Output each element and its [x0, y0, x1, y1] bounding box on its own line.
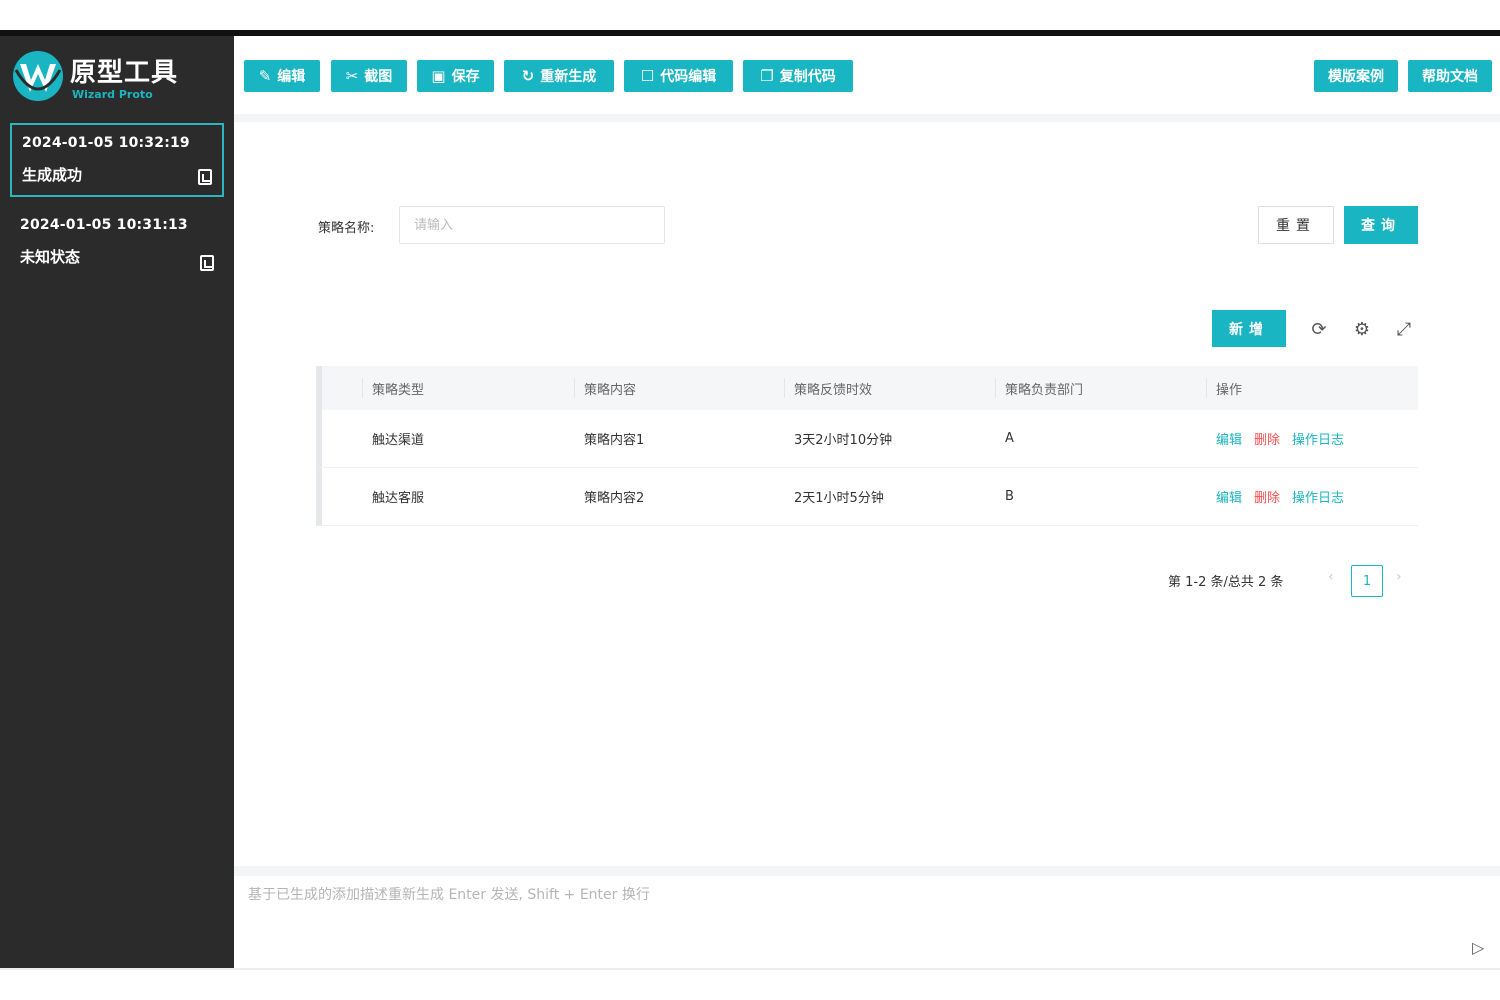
- row-delete-link[interactable]: 删除: [1254, 487, 1280, 506]
- send-icon[interactable]: ▷: [1472, 938, 1490, 957]
- edit-button-label: 编辑: [277, 69, 306, 85]
- chat-panel: ▷: [234, 876, 1500, 970]
- save-button-label: 保存: [451, 69, 480, 85]
- table-header: 策略类型 策略内容 策略反馈时效 策略负责部门 操作: [316, 366, 1418, 410]
- window-bottom-border: [0, 968, 1500, 970]
- document-icon[interactable]: [198, 169, 212, 185]
- regenerate-button[interactable]: ↻ 重新生成: [504, 60, 614, 92]
- cell-dept: B: [1005, 489, 1014, 504]
- row-edit-link[interactable]: 编辑: [1216, 429, 1242, 448]
- strategy-table: 策略类型 策略内容 策略反馈时效 策略负责部门 操作 触达渠道 策略内容1 3天…: [316, 366, 1418, 526]
- code-edit-icon: ☐: [640, 67, 655, 85]
- template-button[interactable]: 模版案例: [1314, 60, 1398, 92]
- chevron-left-icon[interactable]: ‹: [1328, 569, 1334, 585]
- row-log-link[interactable]: 操作日志: [1292, 429, 1344, 448]
- app-title: 原型工具: [70, 58, 179, 88]
- screenshot-button[interactable]: ✂ 截图: [331, 60, 407, 92]
- copy-code-button-label: 复制代码: [779, 69, 836, 85]
- document-icon[interactable]: [200, 255, 214, 271]
- row-log-link[interactable]: 操作日志: [1292, 487, 1344, 506]
- history-status: 未知状态: [20, 248, 81, 266]
- column-header: 策略反馈时效: [783, 366, 872, 410]
- table-row: 触达渠道 策略内容1 3天2小时10分钟 A 编辑 删除 操作日志: [316, 410, 1418, 468]
- cell-type: 触达渠道: [372, 433, 425, 448]
- column-header: 策略负责部门: [994, 366, 1083, 410]
- sidebar: 原型工具 Wizard Proto 2024-01-05 10:32:19 生成…: [0, 36, 234, 970]
- reset-button[interactable]: 重置: [1258, 206, 1334, 244]
- copy-code-button[interactable]: ❐ 复制代码: [743, 60, 853, 92]
- add-button[interactable]: 新增: [1212, 310, 1286, 347]
- prompt-input[interactable]: [248, 884, 1448, 954]
- cell-time: 2天1小时5分钟: [794, 491, 884, 506]
- history-item[interactable]: 2024-01-05 10:31:13 未知状态: [10, 207, 224, 281]
- scissors-icon: ✂: [345, 67, 359, 85]
- cell-content: 策略内容2: [584, 491, 645, 506]
- column-header: 策略类型: [361, 366, 424, 410]
- save-button[interactable]: ▣ 保存: [417, 60, 494, 92]
- cell-actions: 编辑 删除 操作日志: [1216, 410, 1356, 467]
- pencil-icon: ✎: [258, 67, 272, 85]
- row-delete-link[interactable]: 删除: [1254, 429, 1280, 448]
- refresh-icon: ↻: [521, 67, 535, 85]
- search-label: 策略名称:: [318, 221, 375, 236]
- logo: 原型工具 Wizard Proto: [10, 48, 224, 108]
- table-row: 触达客服 策略内容2 2天1小时5分钟 B 编辑 删除 操作日志: [316, 468, 1418, 526]
- code-edit-button-label: 代码编辑: [660, 69, 717, 85]
- help-button[interactable]: 帮助文档: [1408, 60, 1492, 92]
- cell-content: 策略内容1: [584, 433, 645, 448]
- reload-icon[interactable]: ⟳: [1308, 318, 1330, 340]
- screenshot-button-label: 截图: [364, 69, 393, 85]
- save-icon: ▣: [431, 67, 446, 85]
- column-header: 策略内容: [573, 366, 636, 410]
- pagination-page[interactable]: 1: [1351, 565, 1383, 597]
- cell-time: 3天2小时10分钟: [794, 433, 893, 448]
- toolbar: ✎ 编辑 ✂ 截图 ▣ 保存 ↻ 重新生成 ☐ 代码编辑 ❐ 复制代码 模版案例…: [234, 36, 1500, 116]
- chevron-right-icon[interactable]: ›: [1396, 569, 1402, 585]
- logo-mark-icon: [13, 51, 63, 101]
- pagination-summary: 第 1-2 条/总共 2 条: [1168, 575, 1284, 590]
- app-subtitle: Wizard Proto: [72, 88, 153, 101]
- cell-type: 触达客服: [372, 491, 425, 506]
- history-status: 生成成功: [22, 166, 83, 184]
- history-time: 2024-01-05 10:31:13: [20, 217, 188, 233]
- history-item[interactable]: 2024-01-05 10:32:19 生成成功: [10, 123, 224, 197]
- cell-dept: A: [1005, 431, 1014, 446]
- chat-divider: [234, 866, 1500, 876]
- template-button-label: 模版案例: [1328, 69, 1384, 85]
- cell-actions: 编辑 删除 操作日志: [1216, 468, 1356, 525]
- history-time: 2024-01-05 10:32:19: [22, 135, 190, 151]
- toolbar-divider: [234, 114, 1500, 122]
- edit-button[interactable]: ✎ 编辑: [244, 60, 320, 92]
- code-edit-button[interactable]: ☐ 代码编辑: [624, 60, 733, 92]
- query-button[interactable]: 查询: [1344, 206, 1418, 244]
- preview-area: 策略名称: 重置 查询 新增 ⟳ ⚙ ⤢ 策略类型 策略内容 策略反馈时效 策略…: [234, 122, 1500, 866]
- help-button-label: 帮助文档: [1422, 69, 1478, 85]
- search-input[interactable]: [399, 206, 665, 244]
- regenerate-button-label: 重新生成: [540, 69, 597, 85]
- row-edit-link[interactable]: 编辑: [1216, 487, 1242, 506]
- column-header: 操作: [1205, 366, 1242, 410]
- fullscreen-icon[interactable]: ⤢: [1393, 318, 1415, 340]
- copy-icon: ❐: [760, 67, 774, 85]
- settings-icon[interactable]: ⚙: [1351, 318, 1373, 340]
